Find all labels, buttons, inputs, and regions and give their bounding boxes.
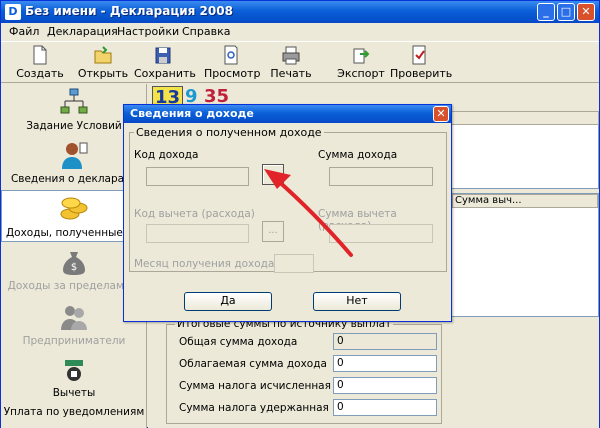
total-income-label: Общая сумма дохода [179,336,298,348]
check-button[interactable]: Проверить [390,45,452,83]
save-disk-icon [155,47,171,64]
month-label: Месяц получения дохода [134,258,275,270]
window-title: Без имени - Декларация 2008 [25,4,233,18]
income-amount-field[interactable] [329,167,433,186]
export-icon [353,48,370,64]
sidebar-item-notifications[interactable]: Уплата по уведомлениям [1,406,147,422]
deduction-code-picker-button[interactable]: ... [262,221,284,242]
cancel-button[interactable]: Нет [313,292,401,311]
print-button[interactable]: Печать [269,45,313,83]
preview-icon [224,45,238,65]
sidebar-item-label: Доходы за пределами Р [7,280,141,292]
save-button[interactable]: Сохранить [134,45,196,83]
sidebar-item-label: Вычеты [52,387,96,399]
deduction-amount-field[interactable] [329,224,433,243]
total-income-row: Общая сумма дохода 0 [173,333,439,351]
title-bar: D Без имени - Декларация 2008 _ □ ✕ [1,1,599,23]
dialog-title-bar: Сведения о доходе ✕ [124,105,451,123]
sidebar-item-label: Уплата по уведомлениям [3,406,145,418]
taxable-income-row: Облагаемая сумма дохода 0 [173,355,439,373]
taxable-income-field[interactable]: 0 [333,355,437,372]
income-code-label: Код дохода [134,149,199,161]
main-window: D Без имени - Декларация 2008 _ □ ✕ Файл… [0,0,600,428]
person-icon [62,142,88,169]
money-bag-icon: $ [63,252,85,275]
income-code-picker-button[interactable]: ... [262,164,284,185]
conditions-tree-icon [60,88,88,114]
maximize-button[interactable]: □ [557,3,575,21]
open-button[interactable]: Открыть [77,45,129,83]
tax-withheld-label: Сумма налога удержанная [179,402,329,414]
total-income-field: 0 [333,333,437,350]
dialog-title: Сведения о доходе [130,107,254,120]
check-label: Проверить [390,67,453,80]
export-button[interactable]: Экспорт [337,45,385,83]
totals-group: Итоговые суммы по источнику выплат Общая… [166,318,442,424]
menu-declaration[interactable]: Декларация [47,25,118,38]
menu-bar: Файл Декларация Настройки Справка [1,23,599,41]
deduction-code-label: Код вычета (расхода) [134,208,255,220]
preview-label: Просмотр [204,67,261,80]
preview-button[interactable]: Просмотр [204,45,261,83]
menu-file[interactable]: Файл [9,25,39,38]
tax-calculated-row: Сумма налога исчисленная 0 [173,377,439,395]
deduction-code-field[interactable] [146,224,249,243]
app-icon: D [5,4,21,20]
ok-button[interactable]: Да [184,292,272,311]
sidebar-item-deductions[interactable]: Вычеты [1,354,147,400]
income-code-field[interactable] [146,167,249,186]
new-label: Создать [16,67,64,80]
save-label: Сохранить [134,67,196,80]
print-label: Печать [270,67,312,80]
taxable-income-label: Облагаемая сумма дохода [179,358,327,370]
close-button[interactable]: ✕ [577,3,595,21]
menu-settings[interactable]: Настройки [117,25,179,38]
tax-withheld-row: Сумма налога удержанная 0 [173,399,439,417]
group-legend: Сведения о полученном доходе [134,126,324,139]
new-button[interactable]: Создать [15,45,65,83]
minimize-button[interactable]: _ [537,3,555,21]
svg-text:$: $ [71,262,77,273]
tax-withheld-field[interactable]: 0 [333,399,437,416]
open-label: Открыть [77,67,129,80]
dialog-close-button[interactable]: ✕ [433,106,449,122]
export-label: Экспорт [337,67,385,80]
income-info-group: Сведения о полученном доходе Код дохода … [129,126,447,273]
sidebar-item-label: Задание Условий [26,120,122,132]
month-field[interactable] [274,254,314,273]
sidebar-item-label: Предприниматели [22,335,126,347]
income-details-dialog: Сведения о доходе ✕ Сведения о полученно… [123,104,452,322]
deductions-icon [65,360,83,381]
toolbar: Создать Открыть Сохранить Просмотр Печат… [1,41,599,83]
menu-help[interactable]: Справка [182,25,230,38]
income-amount-label: Сумма дохода [318,149,398,161]
open-folder-icon [94,46,112,64]
tax-calculated-field[interactable]: 0 [333,377,437,394]
sidebar-item-label: Сведения о декларант [10,173,138,185]
check-icon [412,45,426,65]
coins-icon [60,197,88,220]
tax-calculated-label: Сумма налога исчисленная [179,380,331,392]
sidebar-item-label: Доходы, полученные в Р [5,227,143,239]
entrepreneurs-icon [61,306,87,330]
printer-icon [282,46,300,65]
new-document-icon [33,45,47,65]
grid-header-deduction-sum[interactable]: Сумма выч... [452,194,598,208]
